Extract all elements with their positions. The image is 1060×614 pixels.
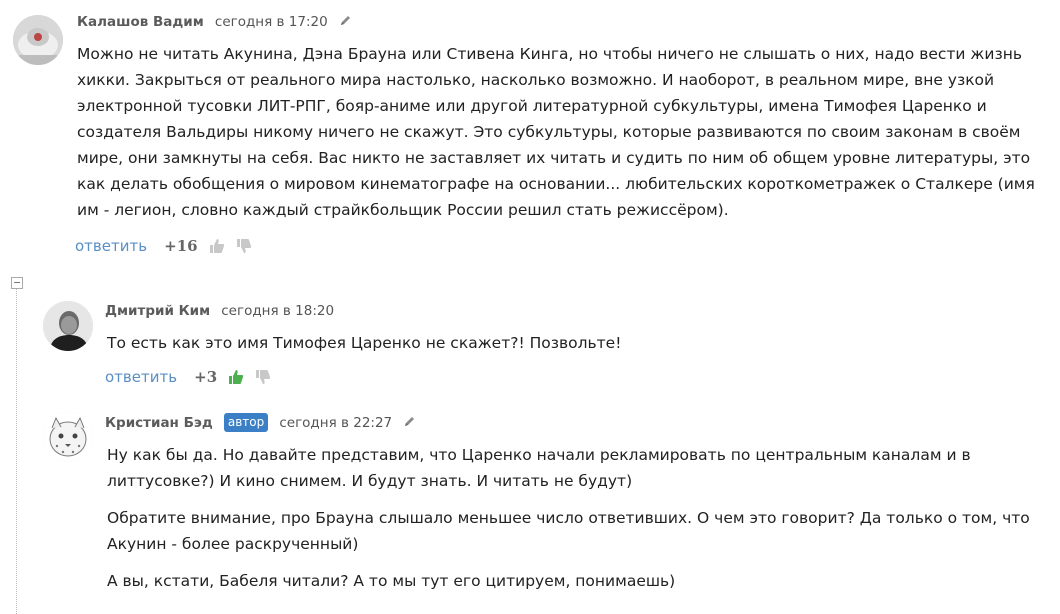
author-badge: автор	[223, 413, 269, 432]
comment-header: Дмитрий Ким сегодня в 18:20	[105, 300, 334, 320]
comment-paragraph: Обратите внимание, про Брауна слышало ме…	[107, 509, 1030, 553]
reply-link[interactable]: ответить	[105, 368, 177, 386]
author-name[interactable]: Дмитрий Ким	[105, 303, 210, 319]
thumbs-down-icon[interactable]	[236, 238, 252, 260]
comment-date[interactable]: сегодня в 18:20	[221, 303, 334, 319]
pencil-icon[interactable]	[403, 413, 416, 433]
avatar-image	[43, 301, 93, 351]
comment-text: Можно не читать Акунина, Дэна Брауна или…	[77, 41, 1037, 223]
thumbs-up-icon[interactable]	[228, 369, 244, 391]
author-name[interactable]: Кристиан Бэд	[105, 415, 213, 431]
comment-paragraph: А вы, кстати, Бабеля читали? А то мы тут…	[107, 572, 676, 590]
avatar[interactable]	[43, 412, 93, 462]
comment-paragraph: Ну как бы да. Но давайте представим, что…	[107, 446, 971, 490]
comment-score: +16	[164, 237, 198, 255]
comment-text: То есть как это имя Тимофея Царенко не с…	[107, 330, 1037, 356]
avatar[interactable]	[13, 15, 63, 65]
comment-actions: ответить +3	[105, 366, 271, 388]
comment-paragraph: Можно не читать Акунина, Дэна Брауна или…	[77, 45, 1035, 219]
avatar-image	[13, 15, 63, 65]
comment-score: +3	[194, 368, 218, 386]
thumbs-down-icon[interactable]	[255, 369, 271, 391]
thread-line	[16, 289, 17, 614]
thumbs-up-icon[interactable]	[209, 238, 225, 260]
reply-link[interactable]: ответить	[75, 237, 147, 255]
author-name[interactable]: Калашов Вадим	[77, 14, 204, 30]
comment-date[interactable]: сегодня в 22:27	[279, 415, 392, 431]
pencil-icon[interactable]	[339, 12, 352, 32]
comment-paragraph: То есть как это имя Тимофея Царенко не с…	[107, 334, 622, 352]
avatar-image	[43, 412, 93, 462]
comment-header: Кристиан Бэд автор сегодня в 22:27	[105, 412, 416, 432]
collapse-thread-button[interactable]	[11, 277, 23, 289]
comment-actions: ответить +16	[75, 235, 252, 257]
comment-date[interactable]: сегодня в 17:20	[215, 14, 328, 30]
comment-text: Ну как бы да. Но давайте представим, что…	[107, 442, 1037, 594]
comment-header: Калашов Вадим сегодня в 17:20	[77, 11, 352, 31]
avatar[interactable]	[43, 301, 93, 351]
